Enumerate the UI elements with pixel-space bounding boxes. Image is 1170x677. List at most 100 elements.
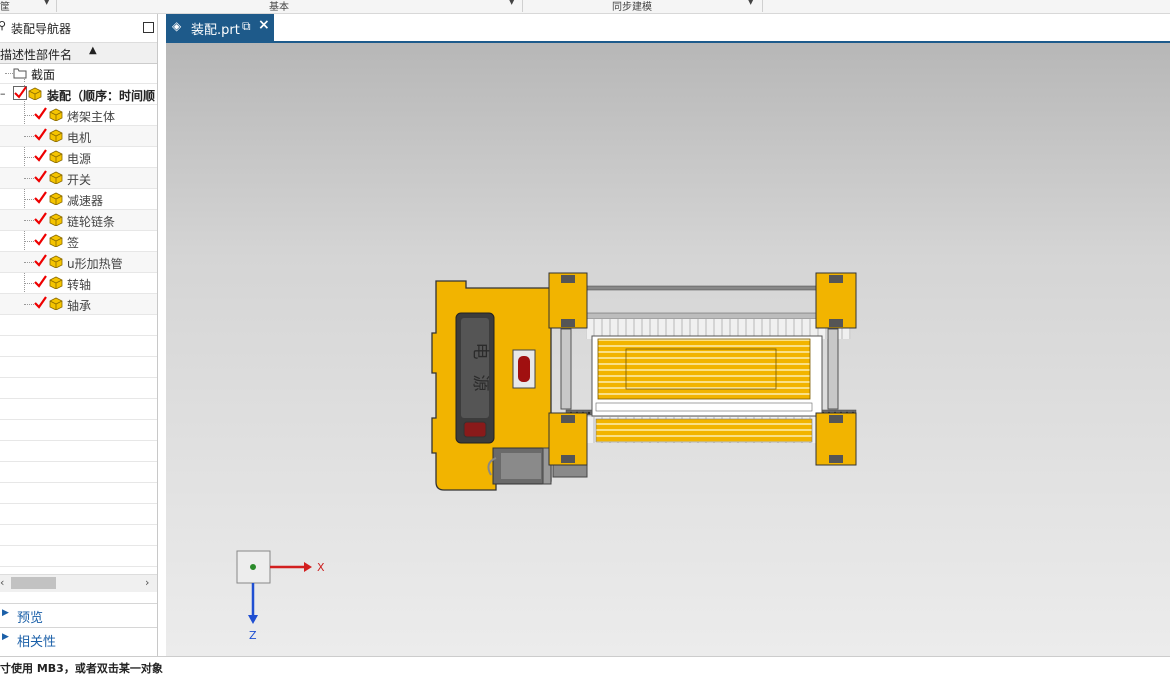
tree-empty-row: [0, 441, 157, 462]
tree-empty-row: [0, 315, 157, 336]
ribbon-group-sync-label: 同步建模: [612, 2, 652, 13]
tree-empty-row: [0, 504, 157, 525]
pin-icon[interactable]: ⚲: [0, 19, 6, 32]
assembly-icon: [28, 87, 42, 100]
ribbon-group-1[interactable]: 筐 ▼: [0, 0, 57, 13]
tree-node-component[interactable]: 电机: [0, 126, 157, 147]
sort-ascending-icon[interactable]: ▲: [89, 45, 97, 56]
component-icon: [49, 255, 63, 268]
document-tab-strip: ◈ 装配.prt ⧉ ×: [166, 14, 1170, 43]
z-axis-label: Z: [249, 629, 257, 642]
tree-node-component[interactable]: 电源: [0, 147, 157, 168]
tree-empty-row: [0, 525, 157, 546]
tree-node-label: 电源: [67, 152, 92, 166]
power-label-1: 电: [470, 343, 490, 360]
chevron-down-icon[interactable]: ▼: [509, 0, 514, 6]
checkbox-checked-icon[interactable]: [33, 149, 47, 163]
tree-empty-row: [0, 378, 157, 399]
navigator-header: ⚲ 装配导航器: [0, 14, 157, 40]
checkbox-checked-icon[interactable]: [33, 233, 47, 247]
open-external-icon[interactable]: ⧉: [242, 19, 251, 34]
checkbox-checked-icon[interactable]: [13, 86, 27, 100]
tree-node-label: 开关: [67, 173, 92, 187]
component-icon: [49, 297, 63, 310]
horizontal-scrollbar[interactable]: ‹ ›: [0, 574, 157, 592]
assembly-navigator: ⚲ 装配导航器 描述性部件名 ▲ 截面 – 装配（顺序：时间顺 烤架主体电机电源…: [0, 14, 158, 656]
column-header-label: 描述性部件名: [0, 48, 73, 62]
tree-empty-row: [0, 462, 157, 483]
checkbox-checked-icon[interactable]: [33, 296, 47, 310]
ribbon-group-basic-label: 基本: [269, 2, 289, 13]
tree-node-label: 电机: [67, 131, 92, 145]
chevron-down-icon[interactable]: ▼: [44, 0, 49, 6]
status-prompt: 寸使用 MB3，或者双击某一对象: [0, 662, 163, 675]
tree-node-component[interactable]: 开关: [0, 168, 157, 189]
dependencies-section[interactable]: ▶ 相关性: [0, 627, 157, 650]
status-bar: 寸使用 MB3，或者双击某一对象: [0, 656, 1170, 677]
tree-node-label: 签: [67, 236, 80, 250]
tree-empty-row: [0, 420, 157, 441]
ribbon-group-bar: 筐 ▼ 基本 ▼ 同步建模 ▼: [0, 0, 1170, 14]
checkbox-checked-icon[interactable]: [33, 128, 47, 142]
tree-node-component[interactable]: 减速器: [0, 189, 157, 210]
x-axis-label: X: [317, 561, 325, 574]
ribbon-group-sync-modeling[interactable]: 同步建模 ▼: [523, 0, 763, 13]
tree-empty-row: [0, 357, 157, 378]
component-icon: [49, 171, 63, 184]
component-icon: [49, 129, 63, 142]
graphics-viewport[interactable]: 电 源 X Z: [166, 43, 1170, 656]
component-icon: [49, 276, 63, 289]
close-icon[interactable]: ×: [258, 17, 270, 33]
scroll-left-icon[interactable]: ‹: [0, 576, 4, 589]
tab-title: 装配.prt: [191, 23, 240, 38]
tree-node-label: 装配（顺序：时间顺: [47, 89, 156, 103]
tree-node-assembly-root[interactable]: – 装配（顺序：时间顺: [0, 84, 157, 105]
checkbox-checked-icon[interactable]: [33, 275, 47, 289]
tree-node-label: 烤架主体: [67, 110, 116, 124]
tab-assembly-prt[interactable]: ◈ 装配.prt ⧉ ×: [166, 14, 274, 41]
navigator-title: 装配导航器: [11, 22, 72, 36]
tree-node-label: 链轮链条: [67, 215, 116, 229]
tree-empty-row: [0, 483, 157, 504]
tree-node-label: 轴承: [67, 299, 92, 313]
tree-node-label: 转轴: [67, 278, 92, 292]
checkbox-checked-icon[interactable]: [33, 191, 47, 205]
preview-label: 预览: [17, 611, 44, 626]
ribbon-group-1-label: 筐: [0, 2, 10, 13]
scroll-right-icon[interactable]: ›: [145, 576, 149, 589]
tree-node-label: u形加热管: [67, 257, 123, 271]
checkbox-checked-icon[interactable]: [33, 254, 47, 268]
component-icon: [49, 150, 63, 163]
ribbon-group-basic[interactable]: 基本 ▼: [57, 0, 523, 13]
tree-node-component[interactable]: 转轴: [0, 273, 157, 294]
tree-node-component[interactable]: 轴承: [0, 294, 157, 315]
scrollbar-thumb[interactable]: [11, 577, 56, 589]
part-file-icon: ◈: [172, 19, 182, 33]
view-triad[interactable]: X Z: [236, 550, 325, 642]
expand-arrow-icon[interactable]: ▶: [2, 608, 9, 618]
expand-arrow-icon[interactable]: ▶: [2, 632, 9, 642]
collapse-icon[interactable]: –: [0, 87, 6, 100]
tree-node-component[interactable]: 签: [0, 231, 157, 252]
tree-empty-row: [0, 336, 157, 357]
power-label-2: 源: [470, 375, 490, 392]
chevron-down-icon[interactable]: ▼: [748, 0, 753, 6]
tree-empty-row: [0, 546, 157, 567]
component-icon: [49, 192, 63, 205]
cad-model-render: 电 源 X Z: [236, 272, 857, 642]
dependencies-label: 相关性: [17, 635, 57, 650]
checkbox-checked-icon[interactable]: [33, 212, 47, 226]
checkbox-checked-icon[interactable]: [33, 107, 47, 121]
tree-node-component[interactable]: 烤架主体: [0, 105, 157, 126]
tree-node-component[interactable]: u形加热管: [0, 252, 157, 273]
folder-icon: [13, 68, 27, 79]
maximize-icon[interactable]: [143, 22, 154, 33]
component-icon: [49, 213, 63, 226]
column-header[interactable]: 描述性部件名 ▲: [0, 42, 157, 64]
tree-connector: [5, 73, 13, 74]
tree-node-section[interactable]: 截面: [0, 63, 157, 84]
component-icon: [49, 108, 63, 121]
checkbox-checked-icon[interactable]: [33, 170, 47, 184]
preview-section[interactable]: ▶ 预览: [0, 603, 157, 626]
tree-node-component[interactable]: 链轮链条: [0, 210, 157, 231]
